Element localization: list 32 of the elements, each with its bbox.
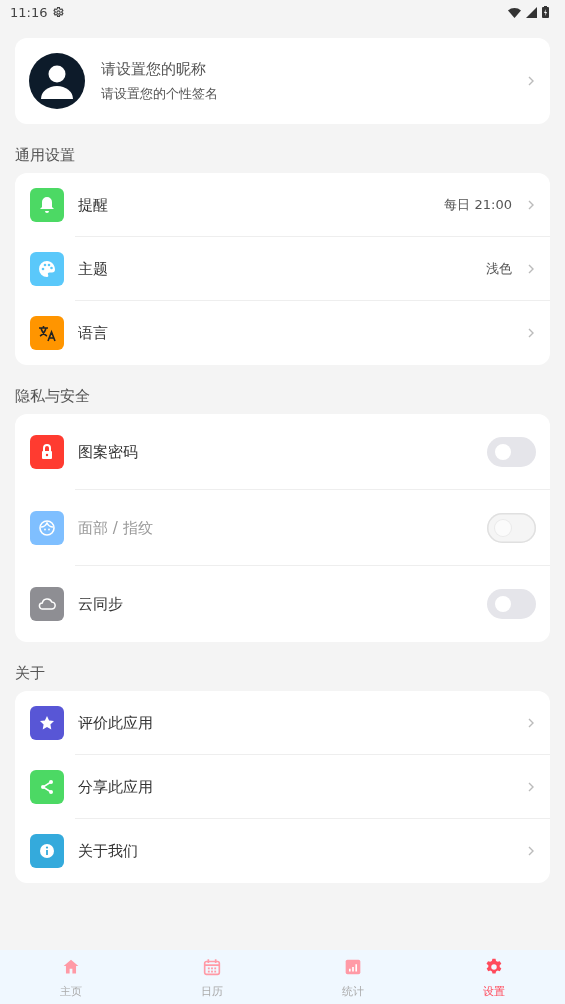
setting-label: 图案密码 [78, 442, 139, 462]
setting-label[interactable]: 分享此应用 [78, 777, 512, 797]
setting-value: 每日 21:00 [444, 196, 512, 214]
setting-label[interactable]: 提醒 [78, 195, 431, 215]
chevron-icon [526, 780, 536, 794]
section-title: 隐私与安全 [15, 387, 91, 406]
toggle-switch[interactable] [487, 437, 536, 467]
setting-label[interactable]: 关于我们 [78, 841, 512, 861]
section-title: 关于 [15, 664, 46, 683]
battery-icon [542, 6, 549, 18]
section-title: 通用设置 [15, 146, 76, 165]
nickname-text: 请设置您的昵称 [101, 59, 207, 79]
chevron-icon [526, 74, 536, 88]
setting-label: 面部 / 指纹 [78, 518, 154, 538]
settings-icon [52, 5, 66, 19]
toggle-switch[interactable] [487, 589, 536, 619]
setting-label[interactable]: 评价此应用 [78, 713, 512, 733]
chevron-icon [526, 844, 536, 858]
setting-value: 浅色 [486, 260, 512, 278]
setting-label[interactable]: 主题 [78, 259, 472, 279]
signal-icon [526, 6, 537, 18]
chevron-icon [526, 198, 536, 212]
wifi-icon [508, 6, 521, 18]
status-time: 11:16 [10, 4, 48, 20]
signature-text: 请设置您的个性签名 [101, 84, 219, 103]
setting-label[interactable]: 语言 [78, 323, 512, 343]
avatar-icon [29, 53, 85, 109]
chevron-icon [526, 262, 536, 276]
setting-label: 云同步 [78, 594, 124, 614]
chevron-icon [526, 326, 536, 340]
profile-card[interactable]: 请设置您的昵称 请设置您的个性签名 [15, 38, 550, 124]
chevron-icon [526, 716, 536, 730]
